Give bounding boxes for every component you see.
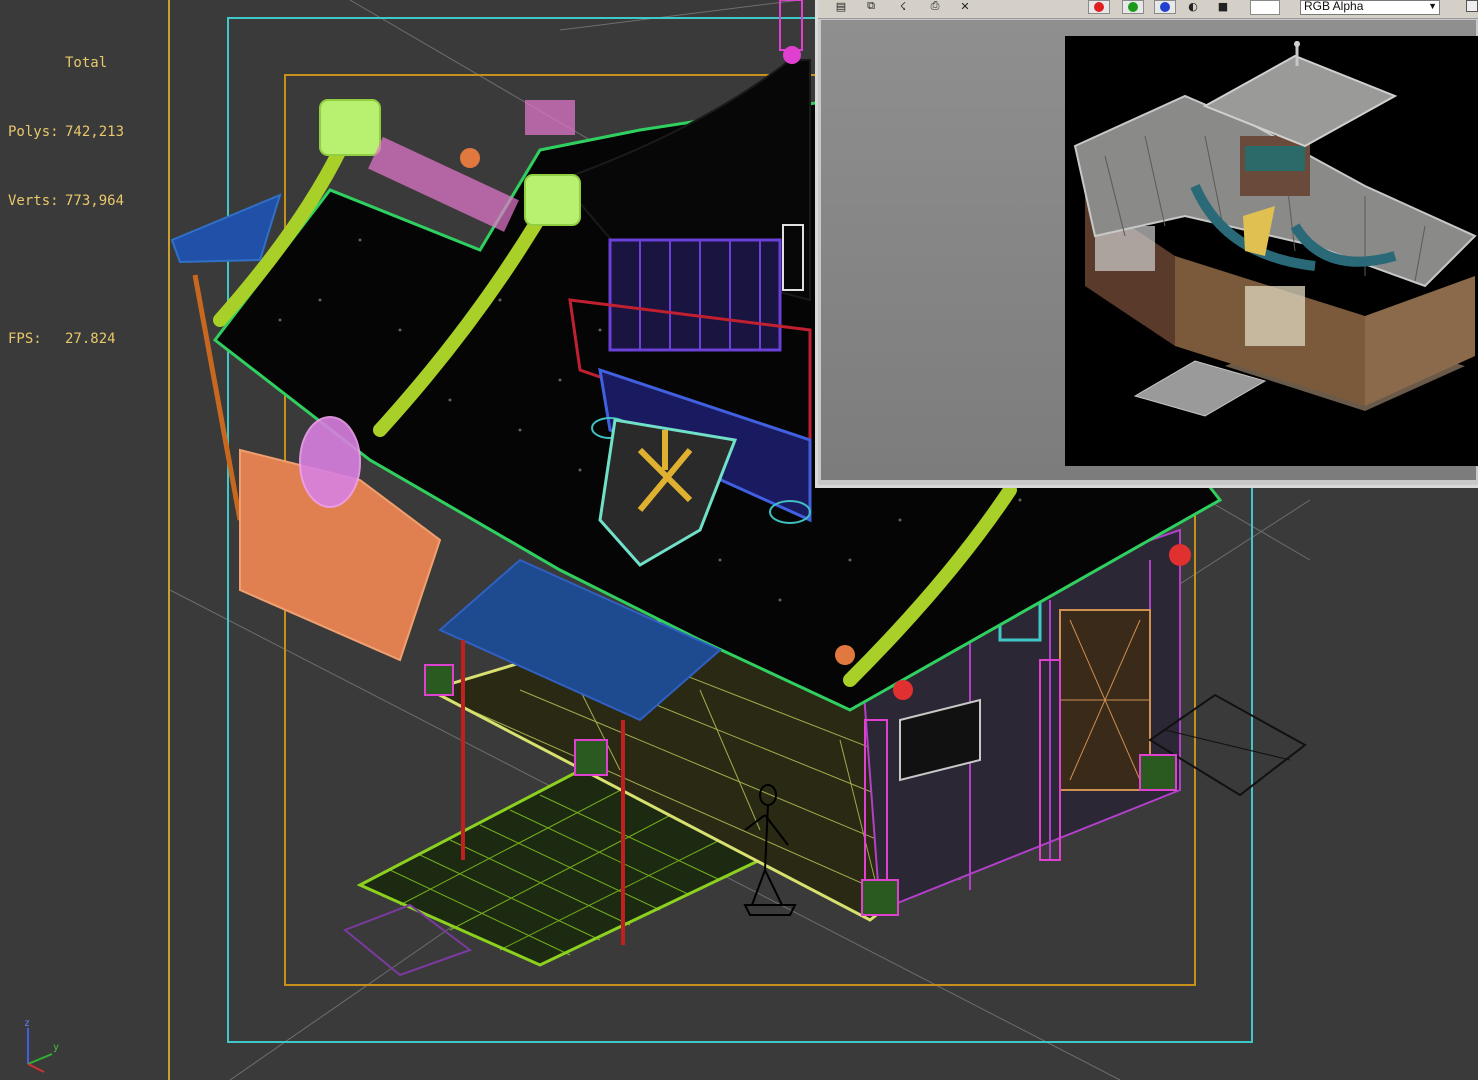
red-channel-toggle[interactable] (1088, 0, 1110, 14)
channel-select-value: RGB Alpha (1304, 0, 1364, 13)
alpha-channel-icon[interactable]: ◐ (1184, 0, 1202, 13)
window-option-icon[interactable] (1466, 0, 1478, 12)
axis-gizmo-icon: z y (24, 1018, 59, 1073)
axis-z-label: z (24, 1018, 30, 1029)
channel-display-select[interactable]: RGB Alpha ▼ (1300, 0, 1440, 15)
verts-value: 773,964 (65, 193, 125, 209)
render-toolbar: ▤ ⧉ ☇ ⎙ ✕ ◐ ■ RGB Alpha ▼ (818, 0, 1478, 19)
print-icon[interactable]: ⎙ (926, 0, 944, 12)
clear-icon[interactable]: ✕ (956, 0, 974, 13)
fps-label: FPS: (8, 331, 42, 347)
clone-icon[interactable]: ☇ (894, 0, 912, 13)
copy-icon[interactable]: ⧉ (862, 0, 880, 12)
viewport-statistics: Total Polys: 742,213 Verts: 773,964 FPS:… (8, 6, 124, 397)
rendered-building-image (1065, 36, 1478, 466)
stats-total-label: Total (65, 55, 108, 71)
render-canvas (821, 20, 1478, 480)
polys-value: 742,213 (65, 124, 125, 140)
save-icon[interactable]: ▤ (832, 0, 850, 13)
chevron-down-icon: ▼ (1428, 1, 1437, 11)
color-swatch[interactable] (1250, 0, 1280, 15)
verts-label: Verts: (8, 193, 59, 209)
rendered-frame-window[interactable]: ▤ ⧉ ☇ ⎙ ✕ ◐ ■ RGB Alpha ▼ (815, 0, 1478, 488)
blue-channel-toggle[interactable] (1154, 0, 1176, 14)
green-channel-toggle[interactable] (1122, 0, 1144, 14)
axis-y-label: y (53, 1042, 59, 1053)
monochrome-icon[interactable]: ■ (1214, 0, 1232, 13)
fps-value: 27.824 (65, 331, 116, 347)
polys-label: Polys: (8, 124, 59, 140)
